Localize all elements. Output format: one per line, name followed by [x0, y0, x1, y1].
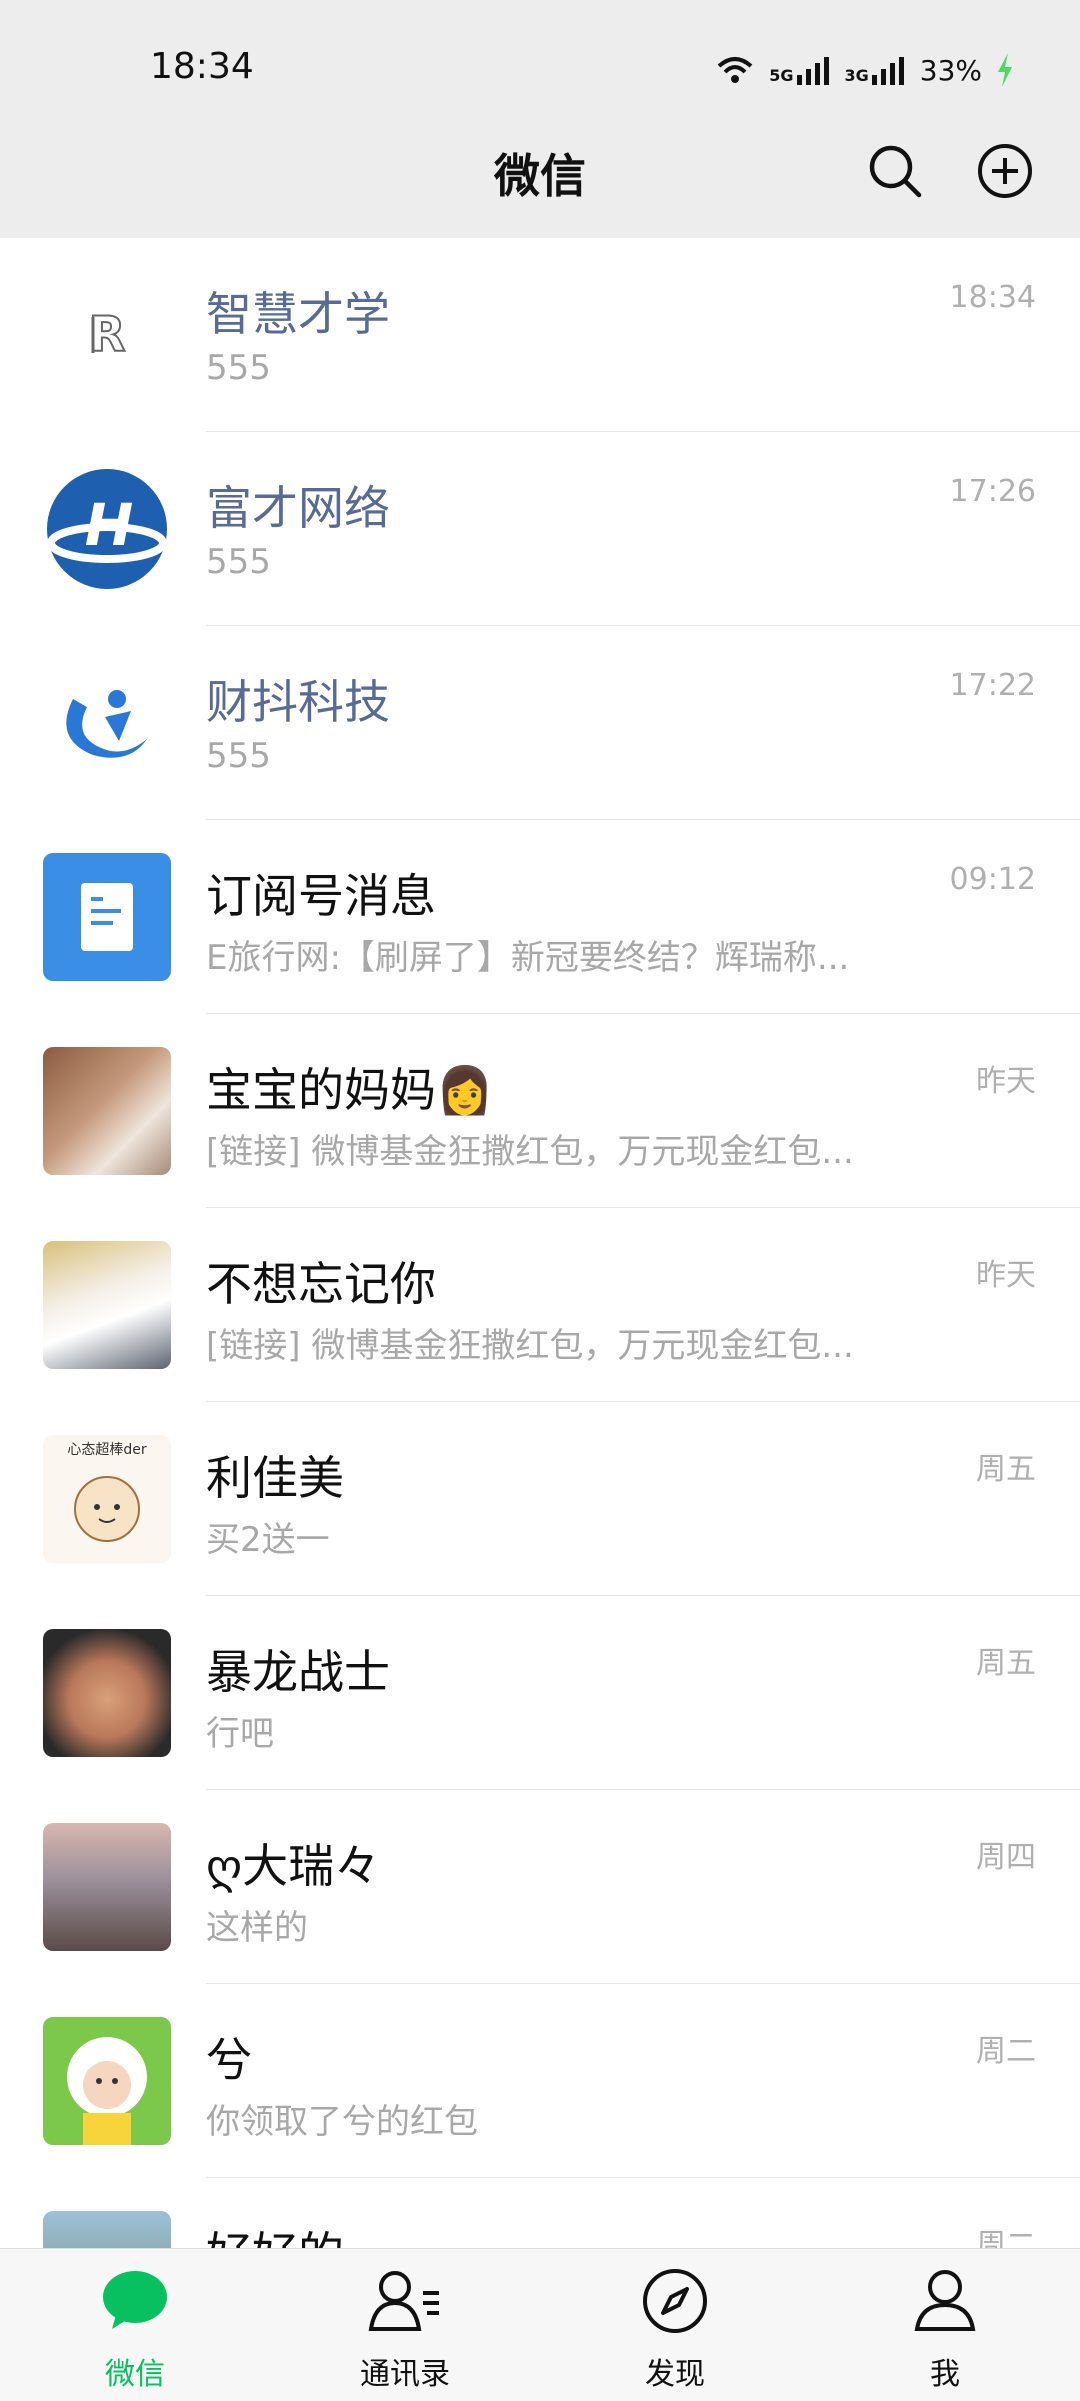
contacts-icon — [368, 2271, 439, 2331]
chat-list: R 智慧才学 555 18:34 H 富才网络 555 17:26 财抖科技 5… — [0, 238, 1080, 2248]
chat-name: 不想忘记你 — [206, 1257, 436, 1311]
person-icon — [914, 2270, 976, 2331]
chat-time: 09:12 — [949, 862, 1036, 897]
chat-name: 暴龙战士 — [206, 1645, 390, 1699]
chat-row[interactable]: 心态超棒der 利佳美 买2送一 周五 — [0, 1402, 1080, 1596]
tab-discover[interactable]: 发现 — [540, 2249, 810, 2401]
chat-preview: 555 — [206, 736, 271, 776]
battery-percent: 33% — [919, 53, 982, 87]
wifi-icon — [717, 57, 753, 83]
chat-preview: 这样的 — [206, 1908, 308, 1948]
chat-time: 17:22 — [949, 668, 1036, 703]
chat-time: 昨天 — [976, 1064, 1036, 1099]
chat-preview: 行吧 — [206, 1714, 274, 1754]
chat-time: 周五 — [976, 1452, 1036, 1487]
tab-contacts[interactable]: 通讯录 — [270, 2249, 540, 2401]
signal-icon: 5G — [769, 55, 830, 85]
avatar[interactable]: R — [43, 271, 171, 399]
top-bar: 18:34 5G 3G 33% 微信 — [0, 0, 1080, 238]
avatar[interactable] — [43, 1241, 171, 1369]
avatar[interactable] — [43, 853, 171, 981]
compass-icon — [643, 2269, 707, 2333]
avatar[interactable] — [43, 2017, 171, 2145]
chat-name: 兮 — [206, 2033, 252, 2087]
avatar[interactable] — [43, 2211, 171, 2248]
chat-preview: 555 — [206, 542, 271, 582]
chat-row[interactable]: ღ大瑞々 这样的 周四 — [0, 1790, 1080, 1984]
chat-name: 宝宝的妈妈👩 — [206, 1054, 493, 1120]
emoji-woman-icon: 👩 — [436, 1063, 494, 1117]
status-time: 18:34 — [150, 46, 254, 87]
status-icons: 5G 3G 33% — [715, 50, 1014, 90]
chat-row[interactable]: 宝宝的妈妈👩 [链接] 微博基金狂撒红包，万元现金红包... 昨天 — [0, 1014, 1080, 1208]
chat-name: 好好的 — [206, 2218, 344, 2248]
avatar[interactable]: 心态超棒der — [43, 1435, 171, 1563]
chat-name: 富才网络 — [206, 481, 390, 535]
chat-time: 周四 — [976, 1840, 1036, 1875]
chat-row[interactable]: 好好的 周二 — [0, 2178, 1080, 2248]
avatar[interactable] — [43, 1629, 171, 1757]
network-3g-label: 3G — [844, 66, 869, 85]
bottom-tab-bar: 微信 通讯录 发现 我 — [0, 2248, 1080, 2401]
chat-row[interactable]: H 富才网络 555 17:26 — [0, 432, 1080, 626]
signal-icon-2: 3G — [845, 55, 906, 85]
chat-row[interactable]: 暴龙战士 行吧 周五 — [0, 1596, 1080, 1790]
battery-charging-icon — [998, 53, 1012, 87]
chat-time: 周二 — [976, 2228, 1036, 2248]
logo-swoosh-icon — [66, 690, 147, 758]
chat-preview: 555 — [206, 348, 271, 388]
chat-row[interactable]: 兮 你领取了兮的红包 周二 — [0, 1984, 1080, 2178]
chat-name: 财抖科技 — [206, 675, 390, 729]
logo-r-icon: R — [88, 306, 127, 364]
avatar[interactable] — [43, 1823, 171, 1951]
chat-preview: E旅行网:【刷屏了】新冠要终结？辉瑞称... — [206, 938, 850, 978]
logo-globe-icon: H — [47, 469, 167, 589]
tab-me[interactable]: 我 — [810, 2249, 1080, 2401]
chat-bubble-icon — [103, 2271, 167, 2329]
chat-name: 利佳美 — [206, 1451, 344, 1505]
chat-time: 18:34 — [949, 280, 1036, 315]
avatar[interactable] — [43, 659, 171, 787]
cartoon-sheep-icon — [67, 2037, 147, 2145]
chat-preview: [链接] 微博基金狂撒红包，万元现金红包... — [206, 1326, 854, 1366]
chat-row[interactable]: 财抖科技 555 17:22 — [0, 626, 1080, 820]
chat-time: 昨天 — [976, 1258, 1036, 1293]
chat-row[interactable]: R 智慧才学 555 18:34 — [0, 238, 1080, 432]
chat-preview: 买2送一 — [206, 1520, 330, 1560]
chat-preview: 你领取了兮的红包 — [206, 2102, 478, 2142]
chat-preview: [链接] 微博基金狂撒红包，万元现金红包... — [206, 1132, 854, 1172]
cartoon-face-icon — [74, 1476, 140, 1542]
tab-label: 通讯录 — [360, 2357, 450, 2392]
tab-chats[interactable]: 微信 — [0, 2249, 270, 2401]
avatar[interactable] — [43, 1047, 171, 1175]
chat-name: 订阅号消息 — [206, 869, 436, 923]
chat-name: ღ大瑞々 — [206, 1839, 381, 1893]
chat-name-text: 宝宝的妈妈 — [206, 1063, 436, 1117]
tab-label: 发现 — [645, 2357, 705, 2392]
document-icon — [81, 883, 133, 951]
svg-text:H: H — [85, 491, 134, 559]
chat-row[interactable]: 订阅号消息 E旅行网:【刷屏了】新冠要终结？辉瑞称... 09:12 — [0, 820, 1080, 1014]
add-circle-icon[interactable] — [976, 142, 1034, 200]
chat-time: 周二 — [976, 2034, 1036, 2069]
chat-time: 周五 — [976, 1646, 1036, 1681]
chat-name: 智慧才学 — [206, 287, 390, 341]
tab-label: 微信 — [105, 2357, 165, 2392]
avatar[interactable]: H — [43, 465, 171, 593]
tab-label: 我 — [930, 2357, 960, 2392]
network-5g-label: 5G — [769, 66, 794, 85]
search-icon[interactable] — [866, 142, 924, 200]
chat-time: 17:26 — [949, 474, 1036, 509]
chat-row[interactable]: 不想忘记你 [链接] 微博基金狂撒红包，万元现金红包... 昨天 — [0, 1208, 1080, 1402]
